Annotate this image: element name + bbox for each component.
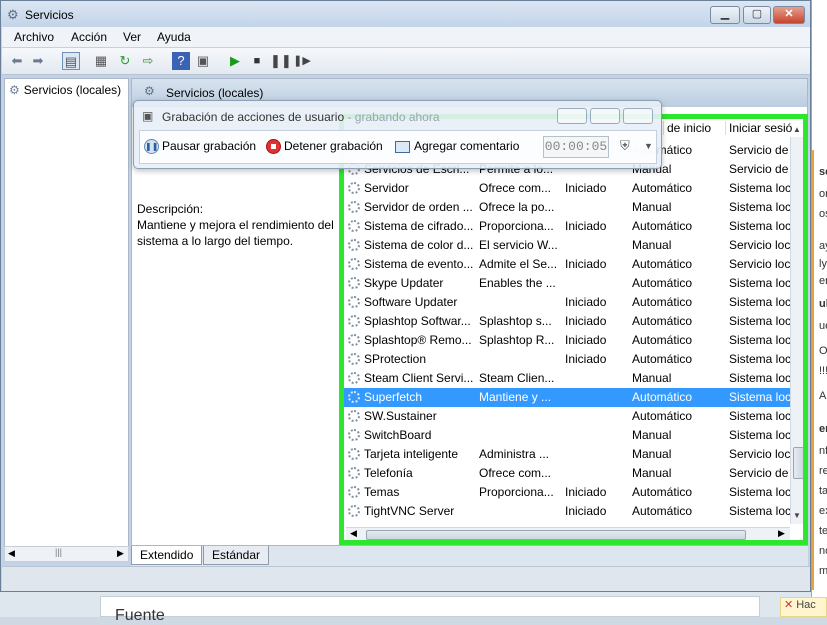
background-fragment: ue	[819, 320, 827, 332]
background-fragment: ort	[819, 188, 827, 200]
help-icon[interactable]: ?	[172, 52, 190, 70]
stop-icon	[266, 139, 281, 155]
scroll-left-arrow-icon[interactable]: ◀	[8, 548, 15, 559]
menu-bar: Archivo Acción Ver Ayuda	[2, 27, 810, 47]
services-gear-icon: ⚙	[9, 83, 20, 97]
console-tree-pane: ⚙ Servicios (locales)	[4, 78, 129, 562]
scroll-grip-icon: |||	[55, 547, 63, 557]
stop-recording-label: Detener grabación	[284, 139, 383, 153]
recording-timer: 00:00:05	[543, 136, 609, 158]
background-bottom-text: Fuente	[115, 607, 165, 624]
background-fragment: ly	[819, 258, 827, 270]
tree-horizontal-scrollbar[interactable]: ◀ ||| ▶	[4, 546, 129, 562]
close-icon: ✕	[784, 599, 794, 611]
recorder-minimize-button[interactable]	[557, 108, 587, 124]
stop-service-icon[interactable]: ■	[248, 52, 266, 70]
restart-service-icon[interactable]: ❚▶	[293, 52, 311, 70]
recorder-close-button[interactable]	[623, 108, 653, 124]
title-bar[interactable]: ⚙ Servicios ▁ ▢ ✕	[1, 1, 810, 27]
background-fragment: !!!!	[819, 365, 827, 377]
window-title: Servicios	[25, 8, 74, 22]
console-tree-icon[interactable]: ▤	[62, 52, 80, 70]
menu-ayuda[interactable]: Ayuda	[157, 30, 191, 44]
pause-recording-button[interactable]: ❚❚ Pausar grabación	[144, 139, 257, 155]
background-fragment: mi	[819, 565, 827, 577]
background-fragment: os	[819, 208, 827, 220]
view-tabs: Extendido Estándar	[131, 546, 808, 566]
close-button[interactable]: ✕	[773, 6, 805, 24]
toolbar: ⬅ ➡ ▤ ▦ ↻ ⇨ ? ▣ ▶ ■ ❚❚ ❚▶	[2, 48, 810, 75]
menu-archivo[interactable]: Archivo	[14, 30, 54, 44]
background-fragment: ta	[819, 485, 827, 497]
highlight-rectangle	[339, 114, 808, 545]
tree-item-label: Servicios (locales)	[23, 83, 122, 97]
tab-estandar[interactable]: Estándar	[203, 546, 270, 565]
shield-help-icon[interactable]: ⛨	[620, 138, 630, 154]
background-fragment: se	[819, 166, 827, 178]
background-fragment: ul	[819, 298, 827, 310]
background-fragment: era	[819, 275, 827, 287]
recorder-title: Grabación de acciones de usuario - graba…	[162, 110, 440, 124]
refresh-icon[interactable]: ↻	[116, 52, 134, 70]
properties-icon[interactable]: ▦	[92, 52, 110, 70]
pause-recording-label: Pausar grabación	[162, 139, 257, 153]
background-fragment: nfo	[819, 445, 827, 457]
background-fragment: ay	[819, 240, 827, 252]
recorder-app-icon: ▣	[142, 109, 154, 123]
minimize-button[interactable]: ▁	[710, 6, 740, 24]
back-arrow-icon[interactable]: ⬅	[8, 52, 26, 70]
comment-icon	[395, 140, 410, 153]
tab-extendido[interactable]: Extendido	[131, 546, 203, 565]
export-list-icon[interactable]: ⇨	[139, 52, 157, 70]
pause-service-icon[interactable]: ❚❚	[270, 52, 292, 70]
forward-arrow-icon[interactable]: ➡	[29, 52, 47, 70]
menu-accion[interactable]: Acción	[71, 30, 107, 44]
stop-recording-button[interactable]: Detener grabación	[266, 139, 383, 155]
description-text: Mantiene y mejora el rendimiento del sis…	[137, 218, 334, 248]
background-fragment: nc	[819, 545, 827, 557]
background-panel: Fuente	[100, 596, 760, 624]
background-fragment: re	[819, 465, 827, 477]
scroll-right-arrow-icon[interactable]: ▶	[117, 548, 124, 559]
chevron-down-icon[interactable]: ▼	[644, 141, 653, 151]
add-comment-button[interactable]: Agregar comentario	[395, 139, 519, 153]
add-comment-label: Agregar comentario	[414, 139, 520, 153]
maximize-button[interactable]: ▢	[743, 6, 771, 24]
description-label: Descripción:	[137, 202, 204, 216]
services-gear-icon: ⚙	[144, 84, 155, 98]
status-bar	[2, 566, 810, 591]
background-fragment: te	[819, 525, 827, 537]
pane-title: Servicios (locales)	[166, 86, 264, 100]
background-orange-panel: se ort os ay ly era ul ue OD !!!! AP em …	[812, 150, 827, 590]
menu-ver[interactable]: Ver	[123, 30, 141, 44]
background-hint-box: ✕ Hac	[780, 597, 827, 617]
background-fragment: AP	[819, 390, 827, 402]
recorder-maximize-button[interactable]	[590, 108, 620, 124]
recorder-controls: ❚❚ Pausar grabación Detener grabación Agr…	[139, 130, 657, 164]
tree-item-services-local[interactable]: ⚙ Servicios (locales)	[9, 83, 121, 97]
background-fragment: OD	[819, 345, 827, 357]
pause-icon: ❚❚	[144, 139, 159, 155]
services-gear-icon: ⚙	[7, 7, 19, 22]
background-hint-text: Hac	[796, 599, 816, 611]
steps-recorder-window: ▣ Grabación de acciones de usuario - gra…	[133, 100, 662, 169]
recorder-title-suffix: - grabando ahora	[344, 110, 440, 124]
action-pane-icon[interactable]: ▣	[194, 52, 212, 70]
recorder-title-text: Grabación de acciones de usuario	[162, 110, 345, 124]
background-fragment: em	[819, 423, 827, 435]
background-webpage-strip: se ort os ay ly era ul ue OD !!!! AP em …	[811, 0, 827, 617]
start-service-icon[interactable]: ▶	[226, 52, 244, 70]
background-bottom-area: Fuente ✕ Hac	[0, 592, 827, 624]
background-fragment: ex	[819, 505, 827, 517]
